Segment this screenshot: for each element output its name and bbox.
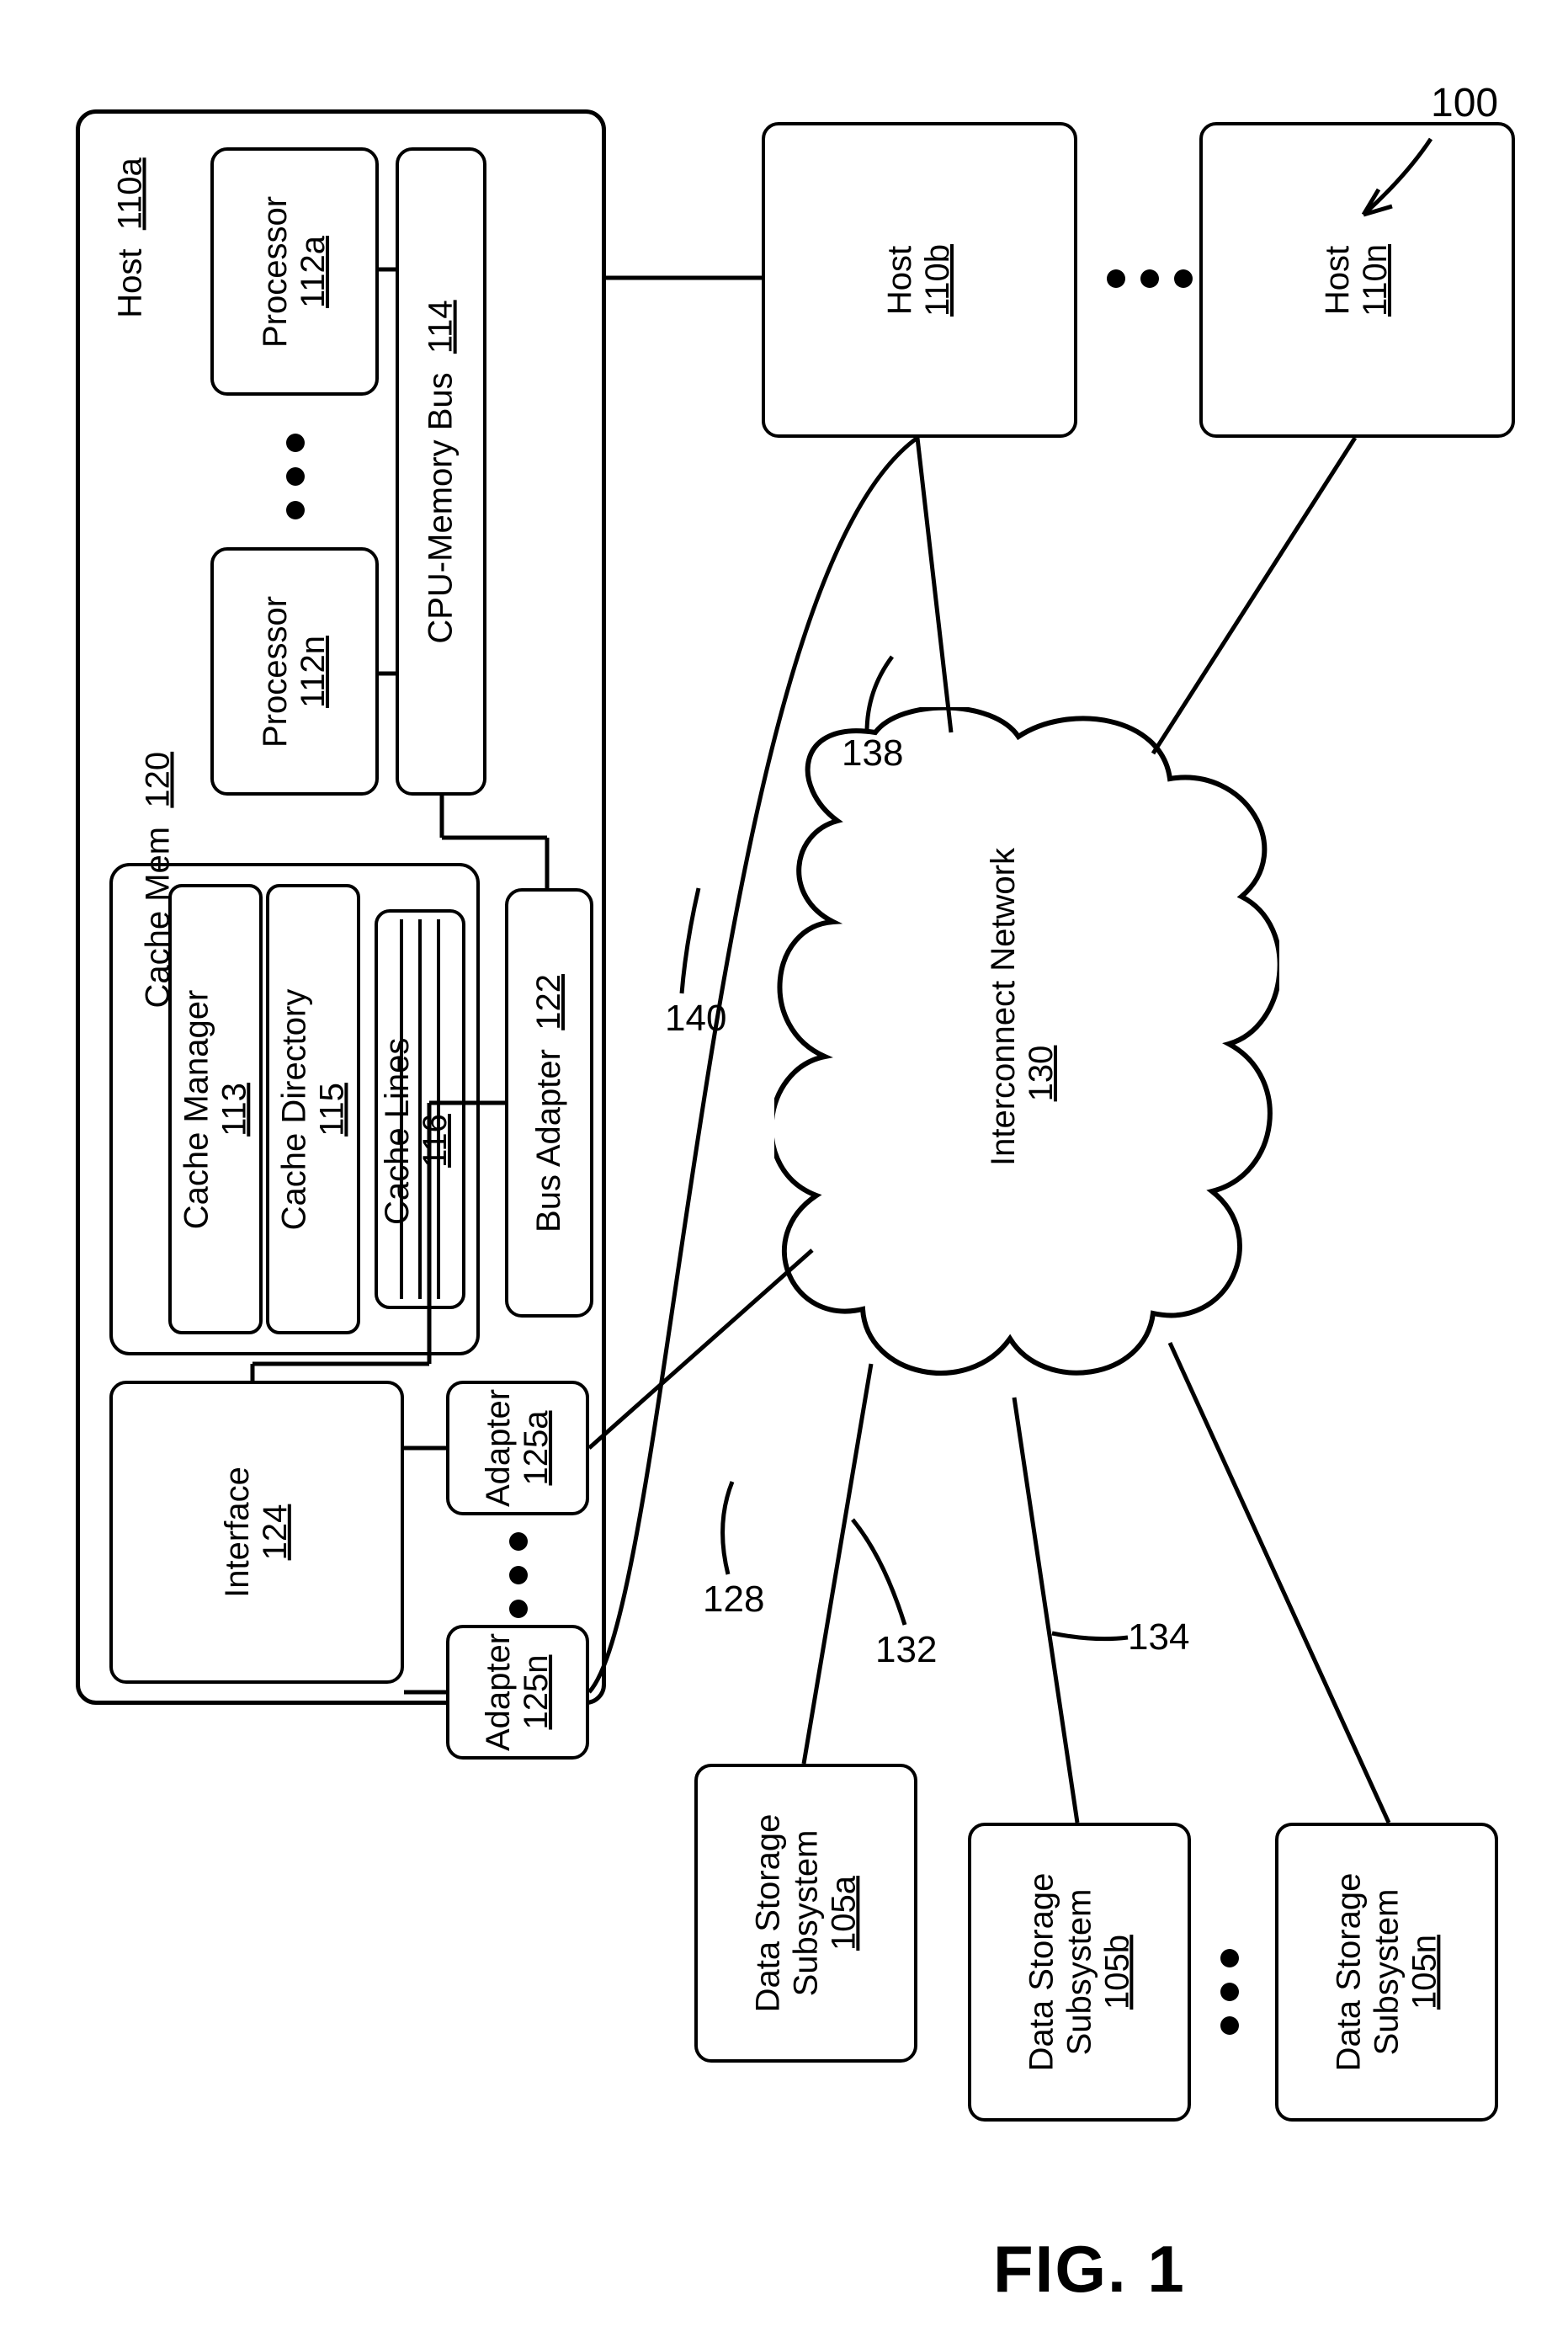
- ref-132: 132: [875, 1629, 937, 1671]
- ref-128: 128: [703, 1579, 764, 1621]
- host-b-box: Host 110b: [762, 122, 1077, 438]
- cache-lines-label: Cache Lines 116: [379, 1057, 454, 1225]
- adapter-n-box: Adapter 125n: [446, 1625, 589, 1760]
- dots-hosts: [1107, 269, 1193, 288]
- cache-manager-box: Cache Manager 113: [168, 884, 263, 1334]
- bus-adapter-box: Bus Adapter 122: [505, 888, 593, 1318]
- ref-138: 138: [842, 732, 903, 775]
- host-detail-title: Host 110a: [112, 146, 150, 331]
- storage-b-box: Data Storage Subsystem 105b: [968, 1823, 1191, 2122]
- dots-adapters: [509, 1532, 528, 1618]
- cpu-memory-bus-box: CPU-Memory Bus 114: [396, 147, 486, 796]
- cache-directory-box: Cache Directory 115: [266, 884, 360, 1334]
- diagram-canvas: 100 Host 110a Processor 112a Processor 1…: [0, 0, 1568, 2348]
- ref-134: 134: [1128, 1616, 1189, 1659]
- figure-caption: FIG. 1: [993, 2231, 1186, 2308]
- dots-processors: [286, 434, 305, 519]
- storage-a-box: Data Storage Subsystem 105a: [694, 1764, 917, 2063]
- dots-storage: [1220, 1949, 1239, 2035]
- storage-n-box: Data Storage Subsystem 105n: [1275, 1823, 1498, 2122]
- interface-box: Interface 124: [109, 1381, 404, 1684]
- host-n-box: Host 110n: [1199, 122, 1515, 438]
- ref-140: 140: [665, 998, 726, 1040]
- processor-a-box: Processor 112a: [210, 147, 379, 396]
- processor-n-box: Processor 112n: [210, 547, 379, 796]
- adapter-a-box: Adapter 125a: [446, 1381, 589, 1515]
- figure-ref: 100: [1431, 80, 1498, 126]
- interconnect-label: Interconnect Network 130: [985, 981, 1060, 1166]
